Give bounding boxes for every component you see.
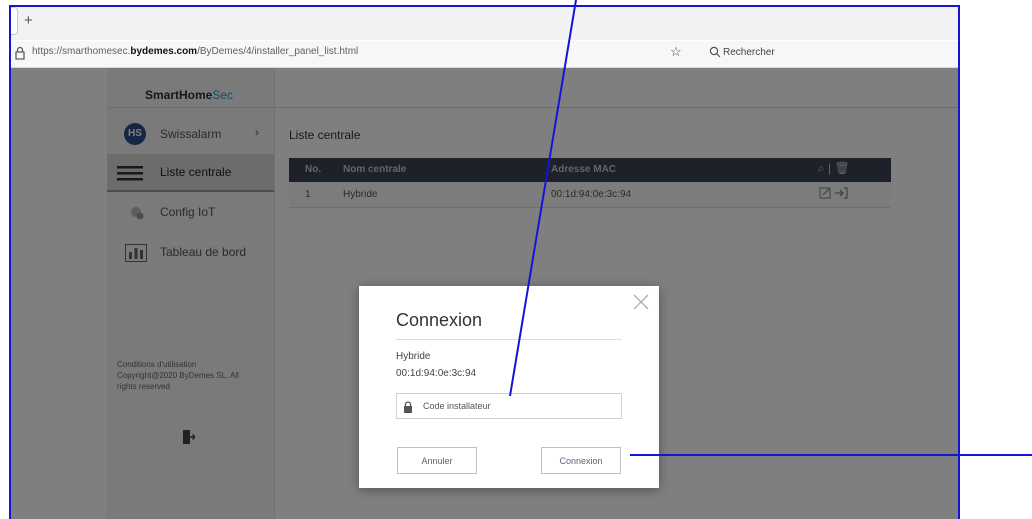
annotation-lines — [509, 0, 1032, 456]
